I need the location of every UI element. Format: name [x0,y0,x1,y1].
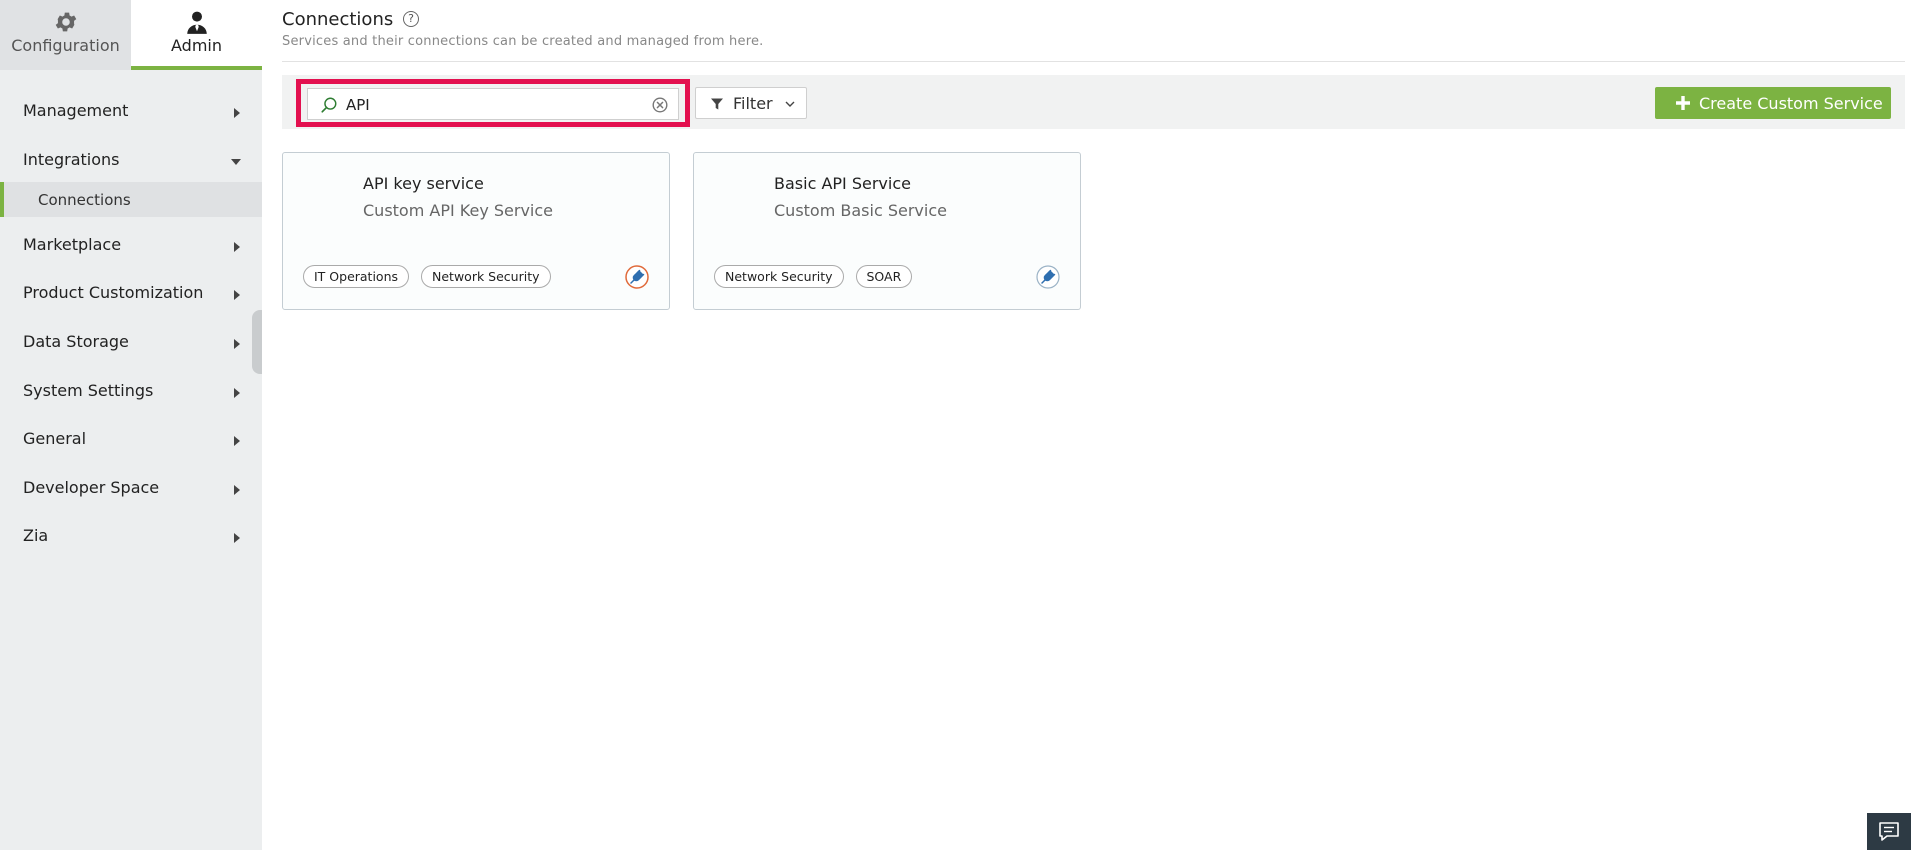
tab-configuration-label: Configuration [11,36,120,55]
sidebar-item-marketplace[interactable]: Marketplace [0,224,262,264]
user-icon [186,11,207,34]
sidebar-item-label: General [23,429,87,448]
search-icon [321,97,337,113]
chat-icon[interactable] [1867,813,1911,850]
card-tags: IT Operations Network Security [303,265,551,288]
sidebar: Configuration Admin Management Integrati… [0,0,262,850]
caret-right-icon [234,485,240,495]
help-icon[interactable]: ? [403,11,419,27]
search-highlight [296,79,690,127]
search-input[interactable] [346,94,646,116]
caret-right-icon [234,388,240,398]
clear-search-icon[interactable] [652,97,668,113]
caret-right-icon [234,339,240,349]
caret-right-icon [234,533,240,543]
filter-label: Filter [733,94,773,113]
divider [282,61,1905,62]
caret-right-icon [234,108,240,118]
page-title: Connections [282,9,394,30]
sidebar-item-system-settings[interactable]: System Settings [0,370,262,410]
create-custom-service-button[interactable]: Create Custom Service [1655,87,1891,119]
sidebar-item-connections[interactable]: Connections [0,182,262,217]
tag: Network Security [714,265,844,288]
caret-down-icon [231,159,241,165]
filter-icon [711,98,723,110]
tag: IT Operations [303,265,410,288]
card-subtitle: Custom Basic Service [774,201,947,220]
filter-button[interactable]: Filter [695,87,807,119]
sidebar-item-management[interactable]: Management [0,90,262,130]
sidebar-item-developer-space[interactable]: Developer Space [0,467,262,507]
create-button-label: Create Custom Service [1699,94,1883,113]
sidebar-item-label: Connections [38,191,131,209]
main-content: Connections ? Services and their connect… [282,0,1905,850]
sidebar-item-label: System Settings [23,381,154,400]
tab-admin-label: Admin [171,36,222,55]
top-tabs: Configuration Admin [0,0,262,70]
tab-admin[interactable]: Admin [131,0,262,70]
search-box[interactable] [307,88,679,120]
page-subtitle: Services and their connections can be cr… [282,34,764,49]
sidebar-item-general[interactable]: General [0,418,262,458]
caret-right-icon [234,436,240,446]
plug-icon[interactable] [625,265,649,289]
service-card-basic-api[interactable]: Basic API Service Custom Basic Service N… [693,152,1081,310]
sidebar-item-integrations[interactable]: Integrations [0,139,262,179]
sidebar-item-label: Product Customization [23,283,204,302]
sidebar-item-label: Marketplace [23,235,122,254]
tag: SOAR [855,265,913,288]
plug-icon[interactable] [1036,265,1060,289]
card-subtitle: Custom API Key Service [363,201,554,220]
sidebar-collapse-handle[interactable] [252,310,262,374]
gear-icon [55,12,76,32]
card-title: Basic API Service [774,174,911,193]
caret-right-icon [234,290,240,300]
chat-bubble-icon [1879,822,1899,841]
sidebar-item-data-storage[interactable]: Data Storage [0,321,262,361]
caret-right-icon [234,242,240,252]
chevron-down-icon [785,101,795,107]
card-title: API key service [363,174,484,193]
sidebar-item-label: Data Storage [23,332,129,351]
sidebar-item-label: Developer Space [23,478,160,497]
plus-icon [1676,96,1690,110]
tag: Network Security [421,265,551,288]
service-card-api-key[interactable]: API key service Custom API Key Service I… [282,152,670,310]
sidebar-item-label: Integrations [23,150,120,169]
sidebar-item-label: Zia [23,526,49,545]
sidebar-item-product-customization[interactable]: Product Customization [0,272,262,312]
card-tags: Network Security SOAR [714,265,913,288]
tab-configuration[interactable]: Configuration [0,0,131,70]
toolbar: Filter Create Custom Service [282,75,1905,129]
sidebar-item-label: Management [23,101,129,120]
sidebar-item-zia[interactable]: Zia [0,515,262,555]
